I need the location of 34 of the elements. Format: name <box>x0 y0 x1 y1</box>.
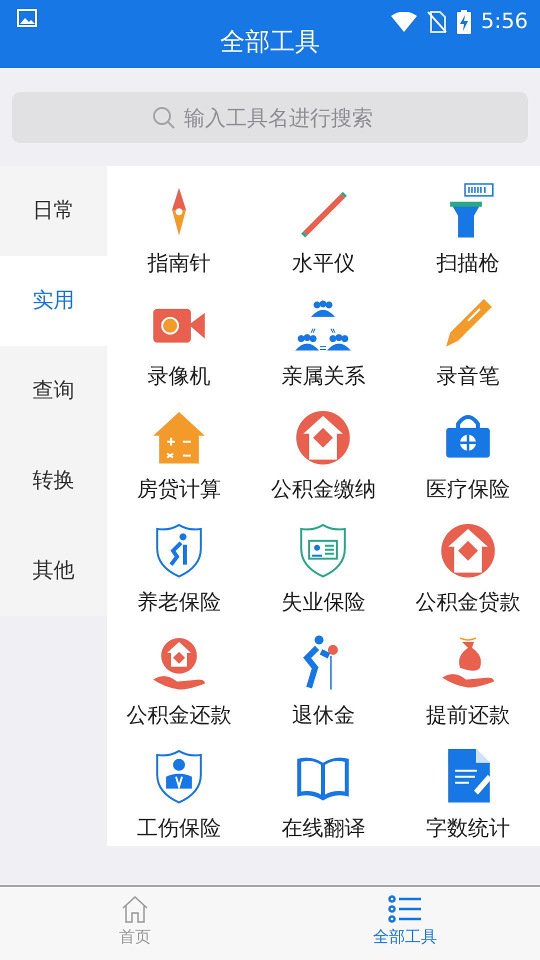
tool-label[interactable]: 指南针 <box>148 248 211 279</box>
category-tab[interactable]: 其他 <box>0 526 107 616</box>
page-title: 全部工具 <box>220 26 320 58</box>
tool-label[interactable]: 失业保险 <box>281 586 366 618</box>
tool-label[interactable]: 提前还款 <box>426 700 510 731</box>
category-tab[interactable]: 实用 <box>0 256 107 346</box>
battery-charging-icon <box>456 10 471 34</box>
tool-label[interactable]: 字数统计 <box>426 812 510 844</box>
bottom-tab[interactable]: 全部工具 <box>270 887 540 960</box>
category-tab[interactable]: 转换 <box>0 436 107 526</box>
clock-time: 5:56 <box>480 8 528 35</box>
image-icon <box>17 9 37 27</box>
tool-label[interactable]: 在线翻译 <box>281 812 366 844</box>
search-field[interactable]: 输入工具名进行搜索 <box>12 92 528 143</box>
tool-label[interactable]: 养老保险 <box>137 586 222 618</box>
no-sim-icon <box>426 10 447 33</box>
list-icon <box>388 895 422 923</box>
home-icon <box>120 895 150 923</box>
tool-label[interactable]: 录像机 <box>148 360 211 392</box>
category-tab[interactable]: 日常 <box>0 166 107 256</box>
tool-label[interactable]: 房贷计算 <box>137 474 222 505</box>
tool-label[interactable]: 亲属关系 <box>281 360 366 392</box>
search-icon <box>152 106 176 130</box>
tool-label[interactable]: 医疗保险 <box>426 474 510 505</box>
wifi-icon <box>390 12 417 32</box>
tool-label[interactable]: 公积金贷款 <box>415 586 520 618</box>
tool-label[interactable]: 公积金缴纳 <box>270 474 376 505</box>
tool-label[interactable]: 工伤保险 <box>137 812 222 844</box>
tool-label[interactable]: 退休金 <box>292 700 355 731</box>
category-tab[interactable]: 查询 <box>0 346 107 436</box>
tool-label[interactable]: 公积金还款 <box>126 700 232 731</box>
tool-label[interactable]: 水平仪 <box>292 248 355 279</box>
tool-label[interactable]: 录音笔 <box>436 360 500 392</box>
tool-label[interactable]: 扫描枪 <box>436 248 500 279</box>
